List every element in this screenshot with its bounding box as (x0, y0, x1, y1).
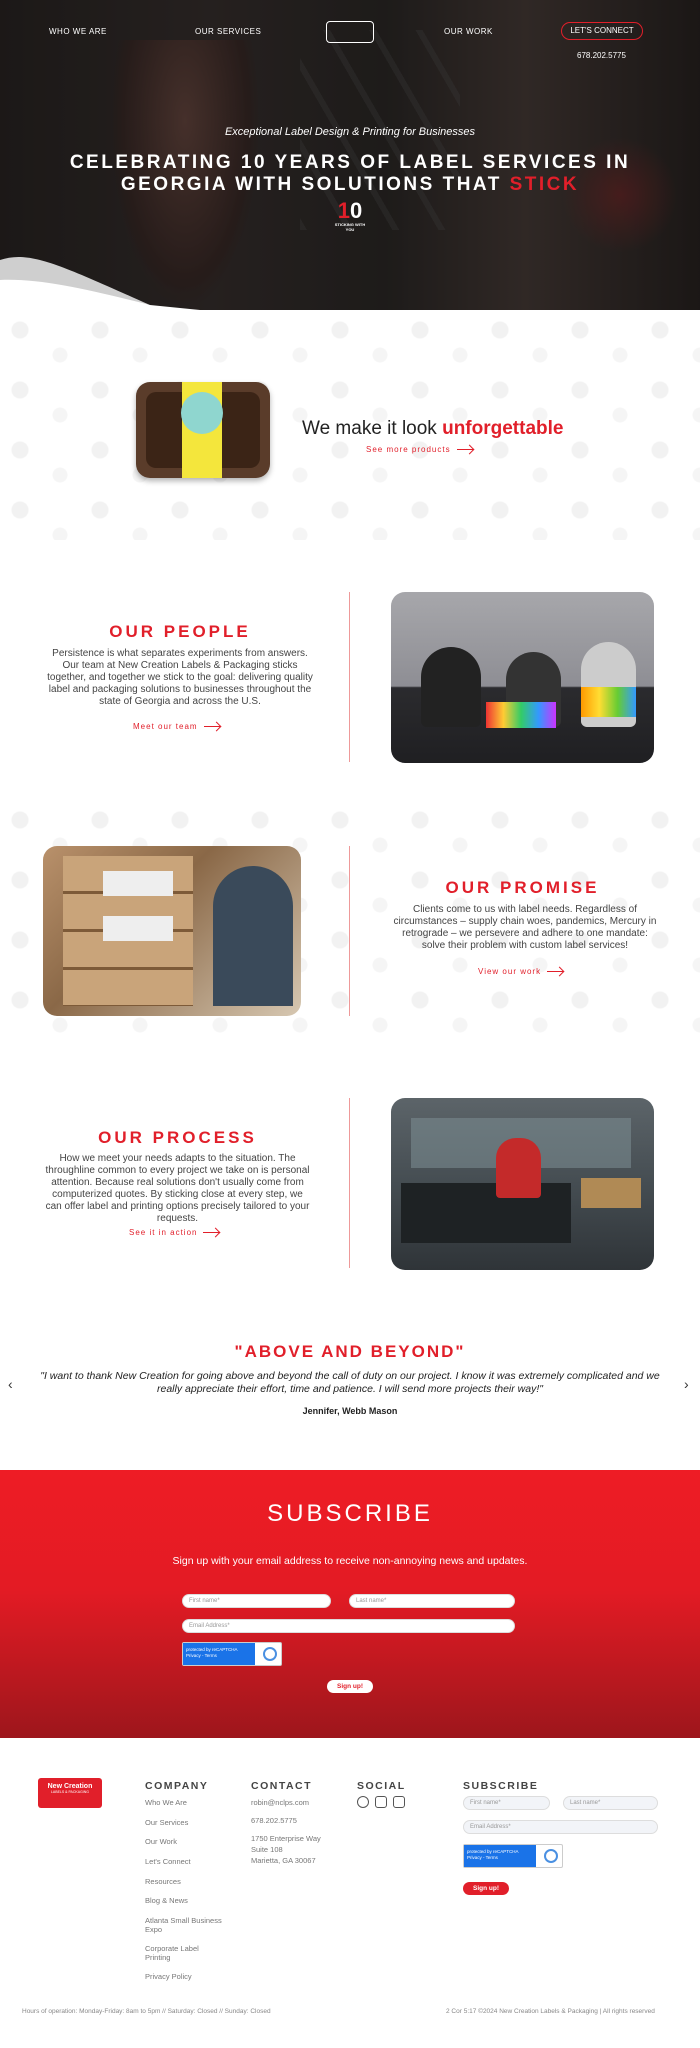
top-navigation: WHO WE ARE OUR SERVICES OUR WORK LET'S C… (0, 0, 700, 60)
testimonial-quote: "I want to thank New Creation for going … (40, 1370, 660, 1395)
footer-link-resources[interactable]: Resources (145, 1877, 181, 1886)
section-divider (349, 846, 350, 1016)
site-logo[interactable] (326, 21, 374, 43)
section-divider (349, 1098, 350, 1268)
our-people-title: OUR PEOPLE (109, 622, 251, 641)
footer-link-blog-news[interactable]: Blog & News (145, 1896, 188, 1905)
footer-email[interactable]: robin@nclps.com (251, 1798, 309, 1807)
arrow-right-icon (547, 971, 564, 973)
our-process-text: How we meet your needs adapts to the sit… (45, 1153, 310, 1224)
footer-subscribe-heading: SUBSCRIBE (463, 1780, 539, 1792)
footer-recaptcha-widget[interactable]: protected by reCAPTCHA Privacy - Terms (463, 1844, 563, 1868)
first-name-field[interactable]: First name* (182, 1594, 331, 1608)
section-divider (349, 592, 350, 762)
nav-who-we-are[interactable]: WHO WE ARE (49, 27, 107, 36)
header-phone[interactable]: 678.202.5775 (577, 51, 626, 60)
facebook-icon[interactable] (357, 1796, 369, 1808)
footer-email-field[interactable]: Email Address* (463, 1820, 658, 1834)
footer-link-privacy[interactable]: Privacy Policy (145, 1972, 192, 1981)
linkedin-icon[interactable] (393, 1796, 405, 1808)
last-name-field[interactable]: Last name* (349, 1594, 515, 1608)
subscribe-text: Sign up with your email address to recei… (172, 1555, 528, 1567)
copyright: 2 Cor 5:17 ©2024 New Creation Labels & P… (446, 2008, 655, 2015)
our-people-text: Persistence is what separates experiment… (47, 648, 313, 707)
footer-address-2: Suite 108 (251, 1845, 283, 1854)
recaptcha-icon (263, 1647, 277, 1661)
footer: New Creation LABELS & PACKAGING COMPANY W… (0, 1738, 700, 2048)
team-photo (391, 592, 654, 763)
carousel-prev-icon[interactable]: ‹ (8, 1376, 13, 1392)
arrow-right-icon (203, 726, 220, 728)
footer-sign-up-button[interactable]: Sign up! (463, 1882, 509, 1895)
production-photo (391, 1098, 654, 1270)
sign-up-button[interactable]: Sign up! (327, 1680, 373, 1693)
meet-our-team-link[interactable]: Meet our team (133, 722, 220, 731)
subscribe-section: SUBSCRIBE Sign up with your email addres… (0, 1470, 700, 1738)
footer-address-1: 1750 Enterprise Way (251, 1834, 321, 1843)
testimonial-title: "ABOVE AND BEYOND" (234, 1342, 466, 1361)
footer-first-name-field[interactable]: First name* (463, 1796, 550, 1810)
footer-link-our-services[interactable]: Our Services (145, 1818, 188, 1827)
our-promise-text: Clients come to us with label needs. Reg… (393, 904, 657, 951)
footer-link-corporate[interactable]: Corporate Label Printing (145, 1944, 225, 1962)
footer-link-our-work[interactable]: Our Work (145, 1837, 177, 1846)
hero-section: WHO WE ARE OUR SERVICES OUR WORK LET'S C… (0, 0, 700, 310)
nav-our-services[interactable]: OUR SERVICES (195, 27, 261, 36)
footer-link-who-we-are[interactable]: Who We Are (145, 1798, 187, 1807)
ten-year-badge: 10 STICKING WITH YOU (334, 198, 366, 233)
warehouse-photo (43, 846, 301, 1016)
carousel-next-icon[interactable]: › (684, 1376, 689, 1392)
footer-phone[interactable]: 678.202.5775 (251, 1816, 297, 1825)
subscribe-title: SUBSCRIBE (267, 1500, 433, 1527)
hero-tagline: Exceptional Label Design & Printing for … (224, 126, 476, 138)
arrow-right-icon (456, 449, 473, 451)
recaptcha-widget[interactable]: protected by reCAPTCHA Privacy - Terms (182, 1642, 282, 1666)
footer-address-3: Marietta, GA 30067 (251, 1856, 316, 1865)
testimonial-author: Jennifer, Webb Mason (302, 1406, 398, 1416)
email-field[interactable]: Email Address* (182, 1619, 515, 1633)
see-it-in-action-link[interactable]: See it in action (129, 1228, 220, 1237)
hours-of-operation: Hours of operation: Monday-Friday: 8am t… (22, 2008, 271, 2015)
footer-company-heading: COMPANY (145, 1780, 209, 1792)
recaptcha-icon (544, 1849, 558, 1863)
footer-contact-heading: CONTACT (251, 1780, 313, 1792)
footer-link-expo[interactable]: Atlanta Small Business Expo (145, 1916, 240, 1934)
footer-link-lets-connect[interactable]: Let's Connect (145, 1857, 191, 1866)
nav-our-work[interactable]: OUR WORK (444, 27, 493, 36)
lets-connect-button[interactable]: LET'S CONNECT (561, 22, 643, 40)
our-promise-title: OUR PROMISE (445, 878, 600, 897)
footer-social-heading: SOCIAL (357, 1780, 406, 1792)
page: WHO WE ARE OUR SERVICES OUR WORK LET'S C… (0, 0, 700, 2048)
view-our-work-link[interactable]: View our work (478, 967, 564, 976)
hero-headline: CELEBRATING 10 YEARS OF LABEL SERVICES I… (69, 152, 631, 195)
footer-logo[interactable]: New Creation LABELS & PACKAGING (38, 1778, 102, 1808)
instagram-icon[interactable] (375, 1796, 387, 1808)
footer-last-name-field[interactable]: Last name* (563, 1796, 658, 1810)
our-process-title: OUR PROCESS (98, 1128, 257, 1147)
arrow-right-icon (203, 1232, 220, 1234)
see-more-products-link[interactable]: See more products (366, 445, 473, 454)
product-image (136, 382, 270, 478)
products-headline: We make it look unforgettable (302, 418, 564, 439)
page-curl-graphic (0, 257, 200, 310)
